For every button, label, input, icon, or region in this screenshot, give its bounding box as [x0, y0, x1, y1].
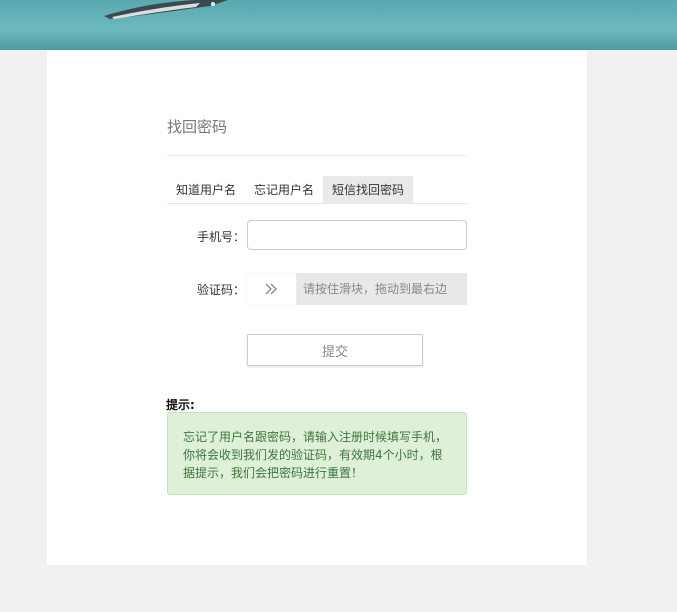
double-chevron-right-icon — [265, 283, 277, 295]
title-divider — [167, 155, 467, 156]
submit-button[interactable]: 提交 — [247, 334, 423, 366]
captcha-label: 验证码： — [196, 283, 245, 297]
hint-label: 提示: — [166, 398, 195, 412]
recover-method-tabs: 知道用户名 忘记用户名 短信找回密码 — [167, 176, 467, 204]
slider-captcha[interactable]: 请按住滑块，拖动到最右边 — [247, 273, 467, 305]
slider-instruction: 请按住滑块，拖动到最右边 — [303, 282, 448, 296]
recover-password-card: 找回密码 知道用户名 忘记用户名 短信找回密码 手机号： 验证码： 请按住滑块，… — [47, 50, 587, 565]
hint-text: 忘记了用户名跟密码，请输入注册时候填写手机，你将会收到我们发的验证码，有效期4个… — [183, 430, 448, 480]
phone-label: 手机号： — [196, 230, 245, 244]
header-banner-image — [0, 0, 677, 50]
page-title: 找回密码 — [167, 118, 228, 136]
bird-image — [104, 0, 228, 19]
hint-box: 忘记了用户名跟密码，请输入注册时候填写手机，你将会收到我们发的验证码，有效期4个… — [167, 412, 467, 495]
tab-sms-recover[interactable]: 短信找回密码 — [323, 176, 414, 204]
slider-handle[interactable] — [247, 273, 297, 305]
phone-input[interactable] — [247, 220, 467, 250]
tab-know-username[interactable]: 知道用户名 — [167, 176, 245, 204]
tab-forgot-username[interactable]: 忘记用户名 — [245, 176, 323, 204]
